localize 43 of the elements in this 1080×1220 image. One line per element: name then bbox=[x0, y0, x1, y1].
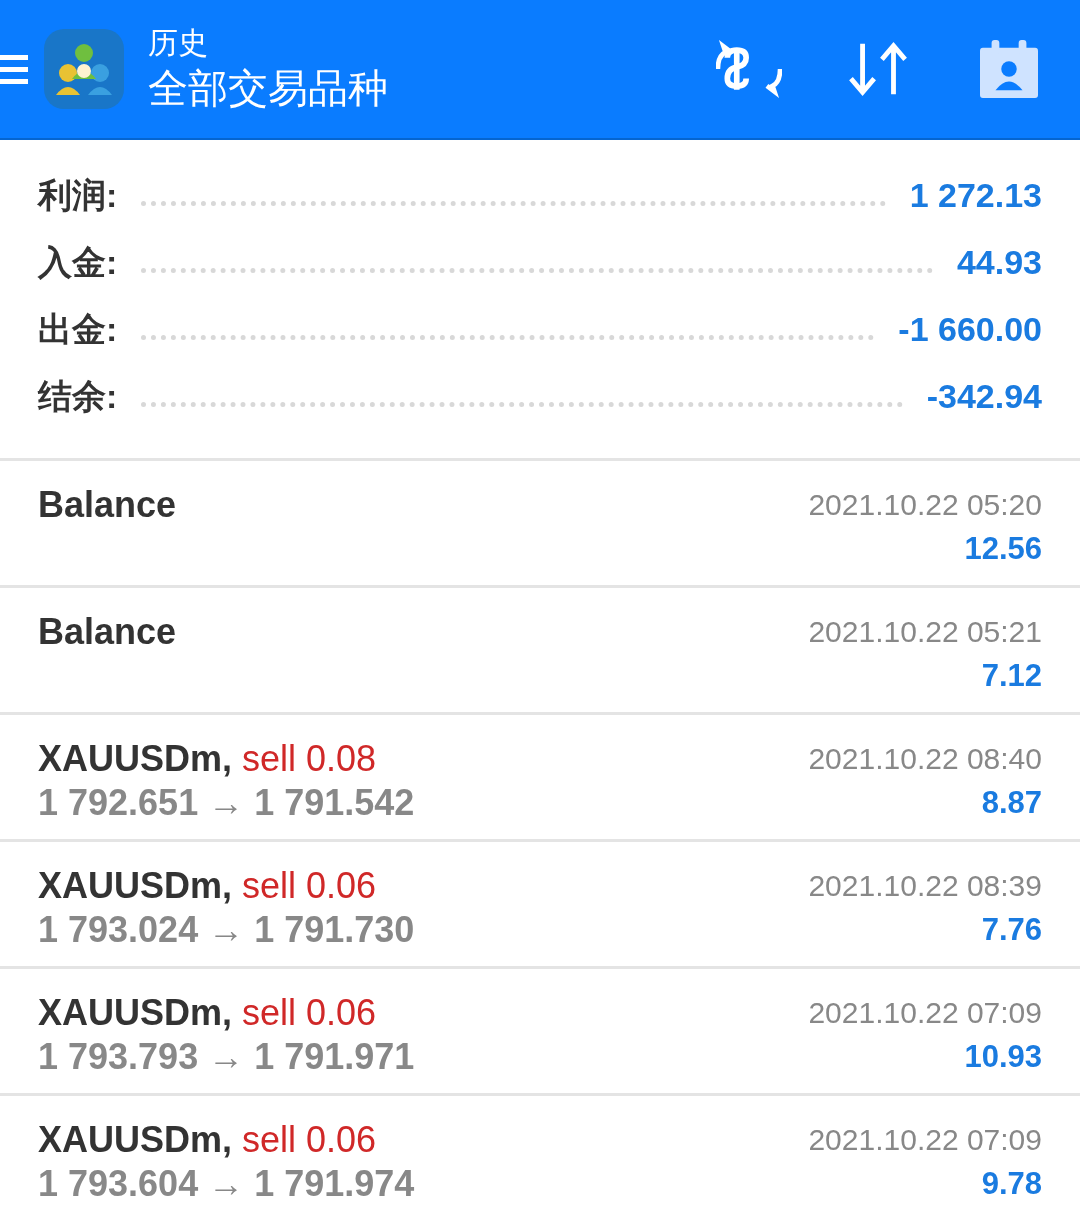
deal-profit: 7.76 bbox=[981, 911, 1042, 949]
deal-time: 2021.10.22 05:20 bbox=[808, 487, 1042, 523]
deal-type: sell 0.06 bbox=[242, 991, 377, 1035]
deal-symbol: XAUUSDm, bbox=[38, 1118, 233, 1162]
summary-value: -1 660.00 bbox=[898, 310, 1042, 349]
deal-symbol: XAUUSDm, bbox=[38, 991, 233, 1035]
deal-time: 2021.10.22 05:21 bbox=[808, 614, 1042, 650]
deal-profit: 10.93 bbox=[964, 1038, 1042, 1076]
deal-type: sell 0.06 bbox=[242, 864, 377, 908]
deal-prices: 1 793.024 → 1 791.730 bbox=[38, 908, 415, 952]
deal-prices: 1 792.651 → 1 791.542 bbox=[38, 781, 415, 825]
deal-row[interactable]: Balance 2021.10.22 05:21 7.12 bbox=[0, 588, 1080, 715]
app-logo-icon bbox=[44, 29, 124, 109]
deal-row[interactable]: Balance 2021.10.22 05:20 12.56 bbox=[0, 461, 1080, 588]
screen-title: 历史 bbox=[148, 25, 209, 61]
deal-row[interactable]: XAUUSDm, sell 0.06 1 793.024 → 1 791.730 2021.10.22 08:39 7.76 bbox=[0, 842, 1080, 969]
summary-value: -342.94 bbox=[926, 377, 1042, 416]
deal-time: 2021.10.22 08:40 bbox=[808, 741, 1042, 777]
deal-time: 2021.10.22 07:09 bbox=[808, 1122, 1042, 1158]
deal-profit: 7.12 bbox=[981, 657, 1042, 695]
deal-type: sell 0.06 bbox=[242, 1118, 377, 1162]
deal-row[interactable]: XAUUSDm, sell 0.06 1 793.793 → 1 791.971 2021.10.22 07:09 10.93 bbox=[0, 969, 1080, 1096]
summary-label: 结余: bbox=[38, 375, 118, 417]
deal-prices: 1 793.604 → 1 791.974 bbox=[38, 1162, 415, 1206]
summary-label: 入金: bbox=[38, 241, 118, 283]
deal-profit: 8.87 bbox=[981, 784, 1042, 822]
deal-prices: 1 793.793 → 1 791.971 bbox=[38, 1035, 415, 1079]
summary-label: 出金: bbox=[38, 308, 118, 350]
deal-profit: 12.56 bbox=[964, 530, 1042, 568]
deal-type: sell 0.08 bbox=[242, 737, 377, 781]
deal-row[interactable]: XAUUSDm, sell 0.06 1 793.604 → 1 791.974 2021.10.22 07:09 9.78 bbox=[0, 1096, 1080, 1220]
deal-row[interactable]: XAUUSDm, sell 0.08 1 792.651 → 1 791.542 2021.10.22 08:40 8.87 bbox=[0, 715, 1080, 842]
symbol-filter[interactable]: 全部交易品种 bbox=[148, 62, 388, 114]
summary-label: 利润: bbox=[38, 174, 118, 216]
summary-value: 44.93 bbox=[956, 243, 1042, 282]
deal-symbol: XAUUSDm, bbox=[38, 737, 233, 781]
deal-profit: 9.78 bbox=[981, 1165, 1042, 1203]
deal-time: 2021.10.22 07:09 bbox=[808, 995, 1042, 1031]
deal-symbol: XAUUSDm, bbox=[38, 864, 233, 908]
deal-symbol: Balance bbox=[38, 610, 177, 654]
deal-time: 2021.10.22 08:39 bbox=[808, 868, 1042, 904]
deal-symbol: Balance bbox=[38, 483, 177, 527]
summary-value: 1 272.13 bbox=[909, 176, 1042, 215]
